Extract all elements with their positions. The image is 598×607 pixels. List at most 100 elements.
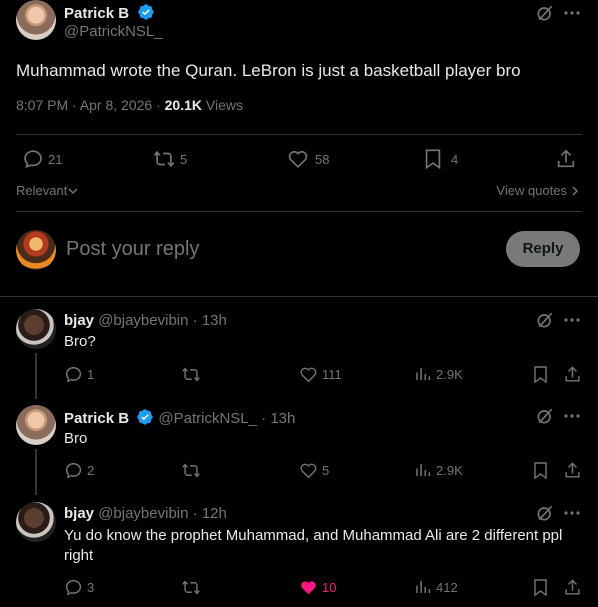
reply-time[interactable]: 12h	[202, 505, 227, 522]
divider	[0, 296, 598, 297]
reply-text: Yu do know the prophet Muhammad, and Muh…	[64, 527, 563, 564]
reply-icon	[65, 463, 82, 479]
share-icon[interactable]	[555, 148, 577, 170]
bookmark-icon[interactable]	[532, 461, 549, 480]
reply-count: 1	[87, 367, 95, 382]
reply-avatar[interactable]	[16, 405, 56, 445]
bookmark-icon[interactable]	[532, 365, 549, 384]
reply-avatar[interactable]	[16, 309, 56, 349]
my-avatar[interactable]	[16, 230, 56, 270]
reply-composer-input[interactable]: Post your reply	[66, 238, 199, 261]
repost-icon	[153, 150, 175, 168]
reply-author-name[interactable]: bjay	[64, 312, 94, 329]
heart-icon	[300, 367, 317, 383]
verified-badge-icon	[137, 4, 154, 20]
reply-header: bjay @bjaybevibin · 13h	[64, 312, 227, 329]
reply-action[interactable]: 2	[64, 461, 94, 480]
repost-icon[interactable]	[181, 578, 201, 597]
grok-icon[interactable]	[535, 310, 555, 330]
like-action[interactable]: 111	[299, 365, 342, 384]
reply-time[interactable]: 13h	[202, 312, 227, 329]
post-text: Muhammad wrote the Quran. LeBron is just…	[16, 61, 521, 80]
views-label: Views	[202, 97, 243, 113]
reply-action[interactable]: 21	[22, 148, 62, 170]
author-handle[interactable]: @PatrickNSL_	[64, 23, 163, 40]
reply-button[interactable]: Reply	[506, 231, 580, 267]
bookmark-count: 4	[451, 151, 459, 167]
chevron-right-icon	[572, 185, 579, 196]
thread-line	[35, 449, 37, 495]
more-options-icon[interactable]	[563, 313, 581, 327]
reply-count: 2	[87, 463, 95, 478]
author-name-row: Patrick B	[64, 3, 155, 23]
post-timestamp[interactable]: 8:07 PM · Apr 8, 2026 ·	[16, 97, 165, 113]
like-action[interactable]: 58	[287, 148, 329, 170]
more-options-icon[interactable]	[563, 409, 581, 423]
reply-count: 3	[87, 580, 95, 595]
divider	[16, 134, 582, 135]
chevron-down-icon	[68, 187, 78, 194]
dot-separator: ·	[256, 410, 271, 427]
reply-author-handle[interactable]: @bjaybevibin	[98, 312, 188, 329]
views-count: 2.9K	[436, 366, 463, 382]
dot-separator: ·	[188, 312, 202, 329]
share-icon[interactable]	[563, 578, 582, 597]
reply-author-name[interactable]: Patrick B	[64, 410, 129, 427]
reply-author-handle[interactable]: @PatrickNSL_	[158, 410, 257, 427]
post-meta: 8:07 PM · Apr 8, 2026 · 20.1K Views	[16, 97, 243, 113]
bookmark-action[interactable]: 4	[423, 148, 458, 170]
reply-text: Bro	[64, 430, 88, 447]
sort-relevant-label: Relevant	[16, 183, 68, 198]
reply-author-name[interactable]: bjay	[64, 505, 94, 522]
reply-action[interactable]: 3	[64, 578, 94, 597]
more-options-icon[interactable]	[563, 6, 581, 20]
thread-line	[35, 353, 37, 399]
divider	[16, 211, 582, 212]
like-action[interactable]: 5	[299, 461, 329, 480]
like-count: 58	[315, 151, 330, 167]
views-action[interactable]: 412	[414, 578, 458, 596]
reply-icon	[65, 367, 82, 383]
like-count: 10	[322, 580, 337, 595]
like-count: 111	[322, 367, 342, 382]
sort-relevant-dropdown[interactable]: Relevant	[16, 183, 79, 198]
share-icon[interactable]	[563, 365, 582, 384]
views-chart-icon	[416, 368, 431, 380]
reply-icon	[24, 150, 42, 169]
views-count: 20.1K	[164, 97, 202, 113]
heart-filled-icon	[301, 581, 316, 595]
view-quotes-label: View quotes	[496, 183, 567, 198]
repost-count: 5	[180, 151, 188, 167]
reply-header: bjay @bjaybevibin · 12h	[64, 505, 227, 522]
bookmark-icon	[425, 149, 441, 170]
view-quotes-link[interactable]: View quotes	[496, 183, 579, 198]
repost-action[interactable]: 5	[152, 148, 187, 170]
repost-icon[interactable]	[181, 461, 201, 480]
views-chart-icon	[416, 581, 431, 593]
author-avatar[interactable]	[16, 0, 56, 40]
repost-icon[interactable]	[181, 365, 201, 384]
author-name[interactable]: Patrick B	[64, 5, 129, 22]
views-chart-icon	[416, 464, 431, 476]
views-action[interactable]: 2.9K	[414, 365, 463, 383]
grok-icon[interactable]	[535, 406, 555, 426]
bookmark-icon[interactable]	[532, 578, 549, 597]
heart-icon	[288, 151, 308, 168]
reply-action[interactable]: 1	[64, 365, 94, 384]
grok-icon[interactable]	[535, 3, 555, 23]
share-icon[interactable]	[563, 461, 582, 480]
views-action[interactable]: 2.9K	[414, 461, 463, 479]
heart-icon	[300, 463, 317, 479]
like-count: 5	[322, 463, 330, 478]
grok-icon[interactable]	[535, 503, 555, 523]
reply-time[interactable]: 13h	[270, 410, 295, 427]
views-count: 2.9K	[436, 462, 463, 478]
like-action[interactable]: 10	[299, 578, 336, 597]
verified-badge-icon	[137, 409, 153, 425]
reply-author-handle[interactable]: @bjaybevibin	[98, 505, 188, 522]
more-options-icon[interactable]	[563, 506, 581, 520]
reply-count: 21	[48, 151, 63, 167]
reply-avatar[interactable]	[16, 502, 56, 542]
reply-header: Patrick B @PatrickNSL_ · 13h	[64, 408, 295, 427]
reply-text: Bro?	[64, 333, 96, 350]
